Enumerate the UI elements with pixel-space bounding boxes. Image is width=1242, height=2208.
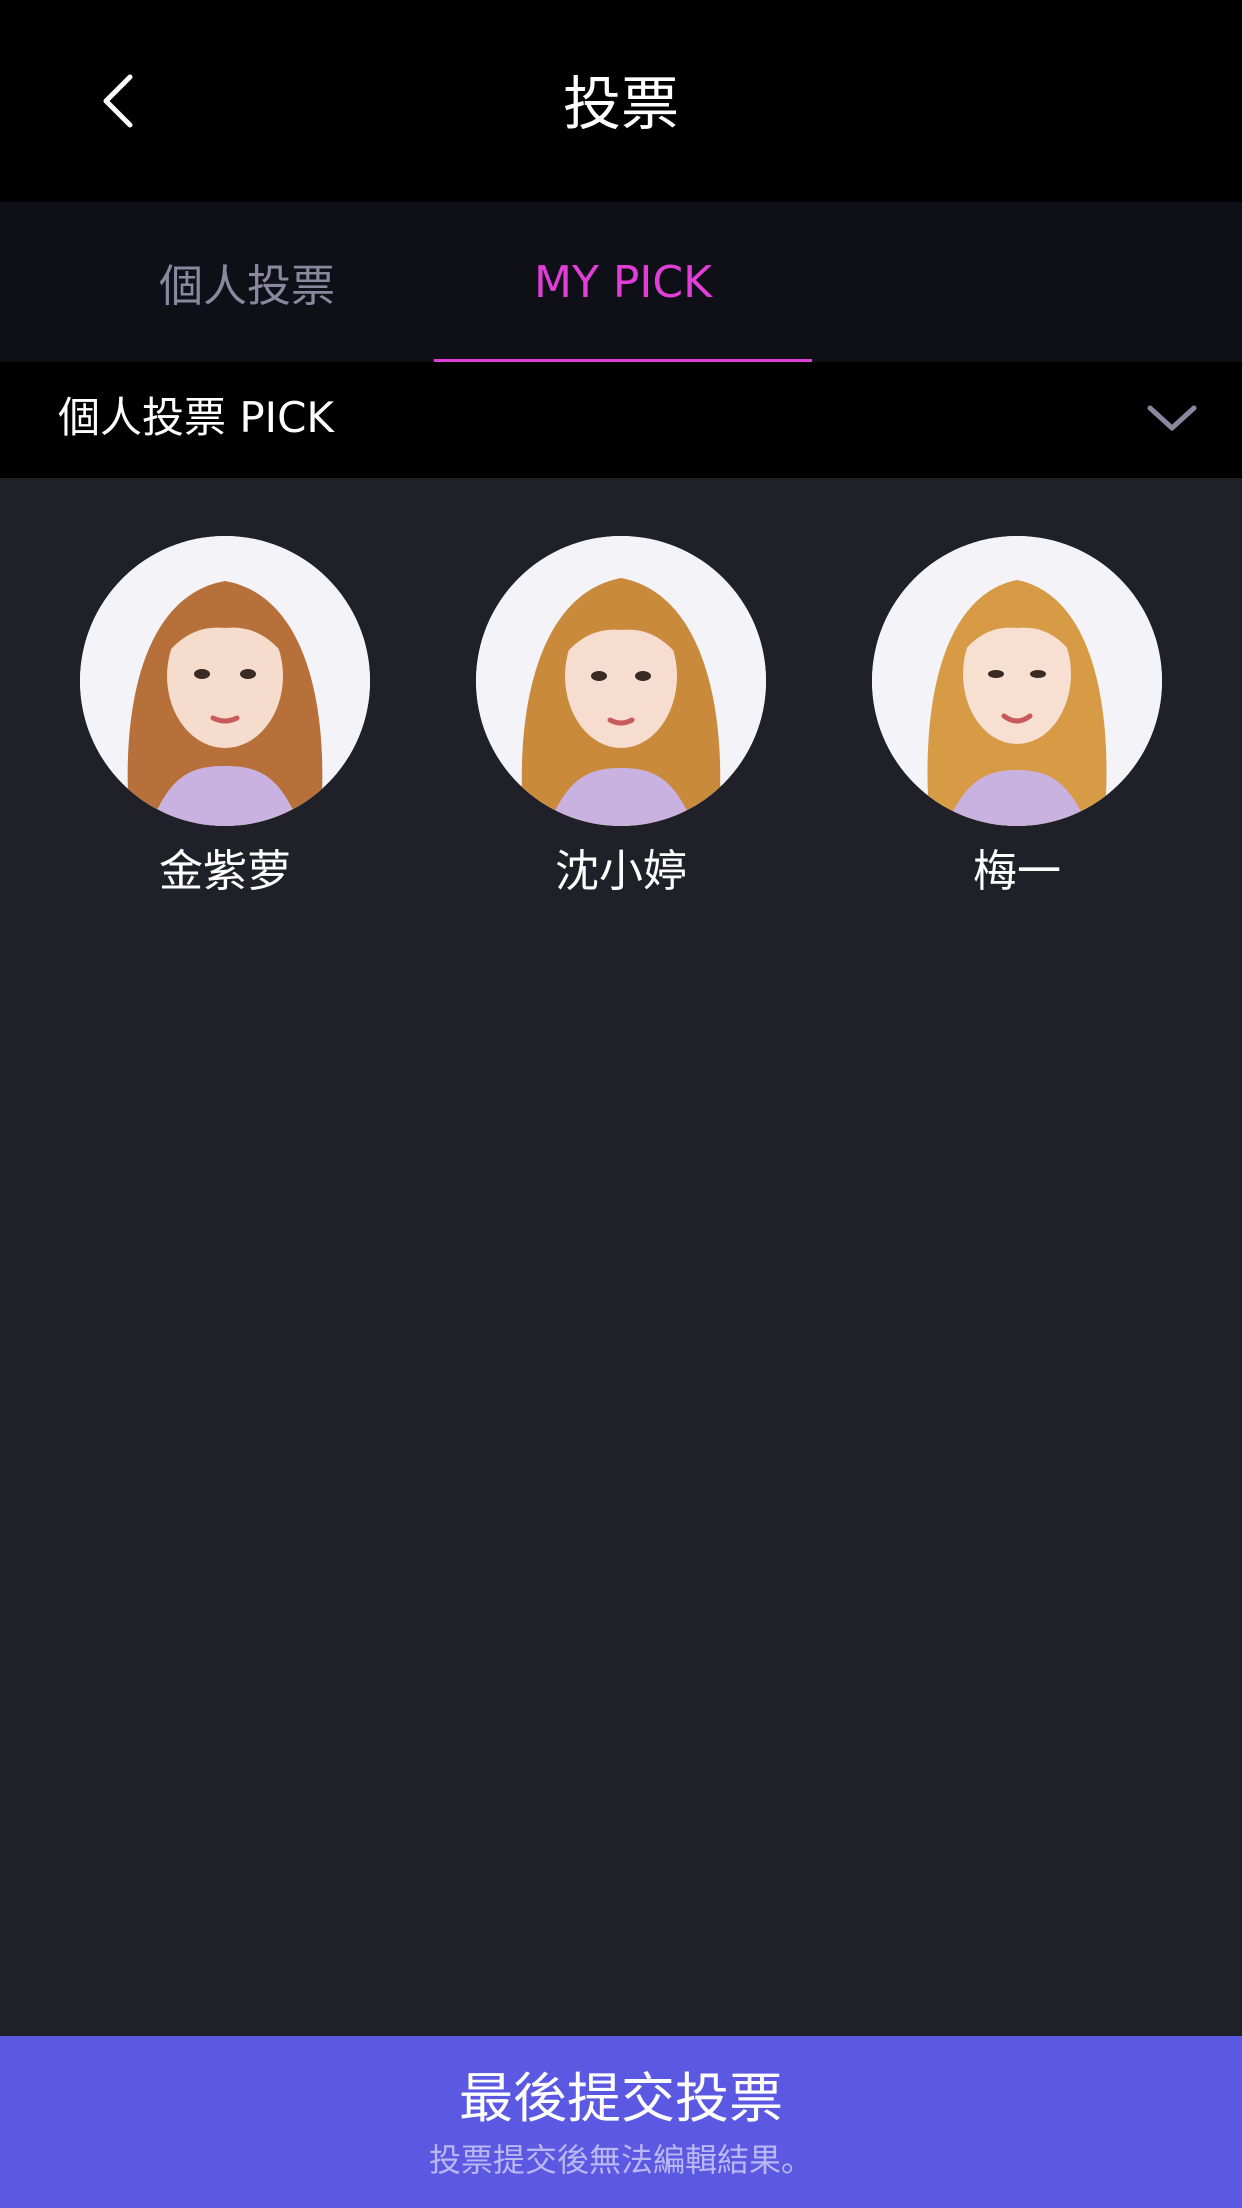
top-bar: 投票 [0,0,1242,202]
pick-item[interactable]: 沈小婷 [471,536,771,900]
pick-name: 沈小婷 [555,846,687,897]
pick-item[interactable]: 金紫萝 [75,536,375,900]
tab-my-pick[interactable]: MY PICK [434,202,812,362]
pick-name: 金紫萝 [159,846,291,897]
picks-panel: 金紫萝 沈小婷 梅一 [0,478,1242,2036]
tab-personal-vote[interactable]: 個人投票 [60,202,434,362]
submit-vote-button[interactable]: 最後提交投票 投票提交後無法編輯結果。 [0,2036,1242,2208]
avatar [872,536,1162,826]
avatar [476,536,766,826]
avatar [80,536,370,826]
tab-bar: 個人投票 MY PICK [0,202,1242,363]
pick-item[interactable]: 梅一 [867,536,1167,900]
pick-category-label: 個人投票 PICK [58,393,334,442]
pick-category-dropdown[interactable]: 個人投票 PICK [0,362,1242,478]
page-title: 投票 [562,70,679,138]
chevron-down-icon [1147,405,1197,431]
submit-vote-note: 投票提交後無法編輯結果。 [428,2141,813,2179]
submit-vote-title: 最後提交投票 [459,2067,783,2130]
pick-name: 梅一 [973,846,1061,897]
